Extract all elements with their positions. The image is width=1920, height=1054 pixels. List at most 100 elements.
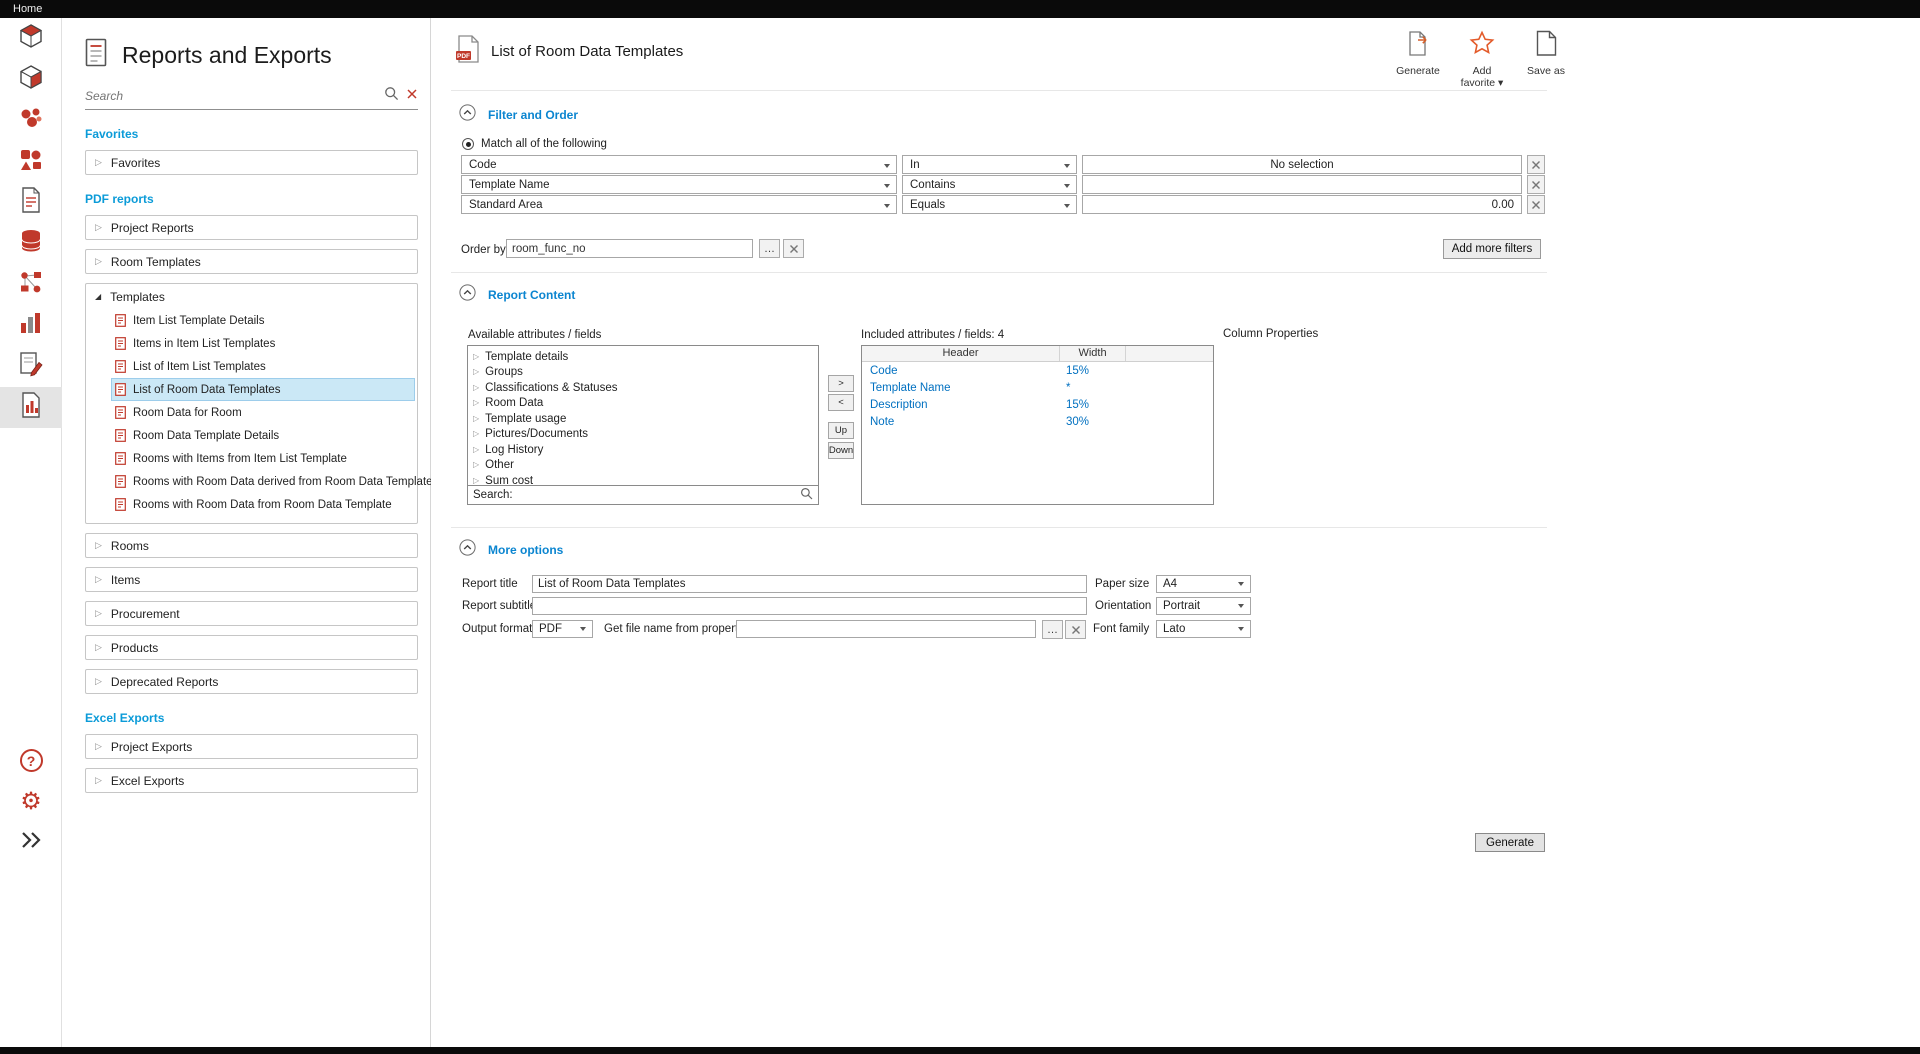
rail-item-process[interactable] <box>0 264 62 305</box>
filter-operator-select[interactable]: In <box>902 155 1077 174</box>
report-title-input[interactable] <box>532 575 1087 593</box>
collapse-section-button[interactable] <box>459 104 476 126</box>
sidebar-group-templates: ◢ Templates Item List Template Details I… <box>85 283 418 524</box>
tree-item-report-selected[interactable]: List of Room Data Templates <box>111 378 415 401</box>
rail-item-site-model[interactable] <box>0 18 62 59</box>
order-by-browse-button[interactable]: … <box>759 239 780 258</box>
output-format-select[interactable]: PDF <box>532 620 593 638</box>
sidebar-item-excel-exports[interactable]: ▷ Excel Exports <box>85 768 418 793</box>
tree-item-report[interactable]: Items in Item List Templates <box>111 332 415 355</box>
sidebar-item-procurement[interactable]: ▷ Procurement <box>85 601 418 626</box>
rail-item-building-model[interactable] <box>0 59 62 100</box>
sidebar-item-deprecated-reports[interactable]: ▷ Deprecated Reports <box>85 669 418 694</box>
tree-item-report[interactable]: Rooms with Items from Item List Template <box>111 447 415 470</box>
sidebar-item-project-reports[interactable]: ▷ Project Reports <box>85 215 418 240</box>
sidebar-item-project-exports[interactable]: ▷ Project Exports <box>85 734 418 759</box>
report-subtitle-input[interactable] <box>532 597 1087 615</box>
rail-item-reports[interactable] <box>0 387 62 428</box>
filter-value-input[interactable]: 0.00 <box>1082 195 1522 214</box>
table-row[interactable]: Note 30% <box>862 413 1213 430</box>
chevron-down-icon <box>1064 164 1070 168</box>
attribute-group[interactable]: ▷Other <box>468 458 818 474</box>
orientation-select[interactable]: Portrait <box>1156 597 1251 615</box>
order-by-input[interactable] <box>506 239 753 258</box>
chevron-right-icon: ▷ <box>473 353 479 361</box>
order-by-clear-button[interactable] <box>783 239 804 258</box>
filter-field-select[interactable]: Code <box>461 155 897 174</box>
tree-item-report[interactable]: Rooms with Room Data from Room Data Temp… <box>111 493 415 516</box>
settings-gear-icon: ⚙ <box>20 790 42 814</box>
chevron-right-icon: ▷ <box>473 399 479 407</box>
move-up-button[interactable]: Up <box>828 422 854 439</box>
tree-item-report[interactable]: Item List Template Details <box>111 309 415 332</box>
remove-filter-button[interactable] <box>1527 155 1545 174</box>
rail-item-document-edit[interactable] <box>0 346 62 387</box>
add-favorite-button[interactable]: Add favorite ▾ <box>1455 30 1509 89</box>
rail-item-database[interactable] <box>0 223 62 264</box>
sidebar-title: Reports and Exports <box>122 42 332 69</box>
svg-text:PDF: PDF <box>457 53 470 60</box>
attribute-group[interactable]: ▷Groups <box>468 365 818 381</box>
filter-operator-select[interactable]: Equals <box>902 195 1077 214</box>
search-input[interactable] <box>85 89 377 103</box>
filter-operator-select[interactable]: Contains <box>902 175 1077 194</box>
file-name-browse-button[interactable]: … <box>1042 620 1063 639</box>
attribute-group[interactable]: ▷Room Data <box>468 396 818 412</box>
sidebar-item-templates[interactable]: ◢ Templates <box>86 284 417 309</box>
sidebar-item-favorites[interactable]: ▷ Favorites <box>85 150 418 175</box>
home-menu-item[interactable]: Home <box>13 3 42 15</box>
search-icon[interactable] <box>384 86 399 106</box>
move-down-button[interactable]: Down <box>828 442 854 459</box>
attribute-group[interactable]: ▷Template details <box>468 349 818 365</box>
filter-field-select[interactable]: Standard Area <box>461 195 897 214</box>
table-row[interactable]: Code 15% <box>862 362 1213 379</box>
expand-rail-button[interactable] <box>0 822 62 863</box>
match-all-radio[interactable] <box>462 138 474 150</box>
filter-value-input[interactable] <box>1082 175 1522 194</box>
table-row[interactable]: Description 15% <box>862 396 1213 413</box>
tree-item-report[interactable]: Room Data for Room <box>111 401 415 424</box>
sidebar-item-products[interactable]: ▷ Products <box>85 635 418 660</box>
tree-item-report[interactable]: Rooms with Room Data derived from Room D… <box>111 470 415 493</box>
paper-size-select[interactable]: A4 <box>1156 575 1251 593</box>
attribute-group[interactable]: ▷Template usage <box>468 411 818 427</box>
rail-item-rooms[interactable] <box>0 100 62 141</box>
remove-filter-button[interactable] <box>1527 175 1545 194</box>
sidebar-item-items[interactable]: ▷ Items <box>85 567 418 592</box>
tree-item-report[interactable]: Room Data Template Details <box>111 424 415 447</box>
clear-search-icon[interactable] <box>406 87 418 105</box>
sidebar-item-room-templates[interactable]: ▷ Room Templates <box>85 249 418 274</box>
settings-button[interactable]: ⚙ <box>0 781 62 822</box>
collapse-section-button[interactable] <box>459 539 476 561</box>
remove-filter-button[interactable] <box>1527 195 1545 214</box>
attribute-group[interactable]: ▷Sum cost <box>468 473 818 485</box>
sidebar-search-bar[interactable] <box>85 86 418 110</box>
sidebar-item-rooms[interactable]: ▷ Rooms <box>85 533 418 558</box>
rail-item-statistics[interactable] <box>0 305 62 346</box>
generate-button[interactable]: Generate <box>1475 833 1545 852</box>
table-row[interactable]: Template Name * <box>862 379 1213 396</box>
attribute-group[interactable]: ▷Pictures/Documents <box>468 427 818 443</box>
file-name-property-input[interactable] <box>736 620 1036 638</box>
window-menu-bar: Home <box>0 0 1920 18</box>
help-button[interactable]: ? <box>0 740 62 781</box>
move-right-button[interactable]: > <box>828 375 854 392</box>
attribute-search-input[interactable] <box>517 489 796 501</box>
sidebar-item-label: Items <box>111 573 140 587</box>
save-as-button[interactable]: Save as <box>1519 30 1573 89</box>
tree-item-report[interactable]: List of Item List Templates <box>111 355 415 378</box>
generate-toolbar-button[interactable]: Generate <box>1391 30 1445 89</box>
font-family-select[interactable]: Lato <box>1156 620 1251 638</box>
filter-field-select[interactable]: Template Name <box>461 175 897 194</box>
star-icon <box>1468 30 1496 62</box>
rail-item-items[interactable] <box>0 141 62 182</box>
file-name-clear-button[interactable] <box>1065 620 1086 639</box>
collapse-section-button[interactable] <box>459 284 476 306</box>
filter-value-input[interactable]: No selection <box>1082 155 1522 174</box>
attribute-group[interactable]: ▷Classifications & Statuses <box>468 380 818 396</box>
attribute-group[interactable]: ▷Log History <box>468 442 818 458</box>
move-left-button[interactable]: < <box>828 394 854 411</box>
attribute-search-bar[interactable]: Search: <box>468 485 818 504</box>
add-more-filters-button[interactable]: Add more filters <box>1443 239 1541 259</box>
rail-item-documents[interactable] <box>0 182 62 223</box>
